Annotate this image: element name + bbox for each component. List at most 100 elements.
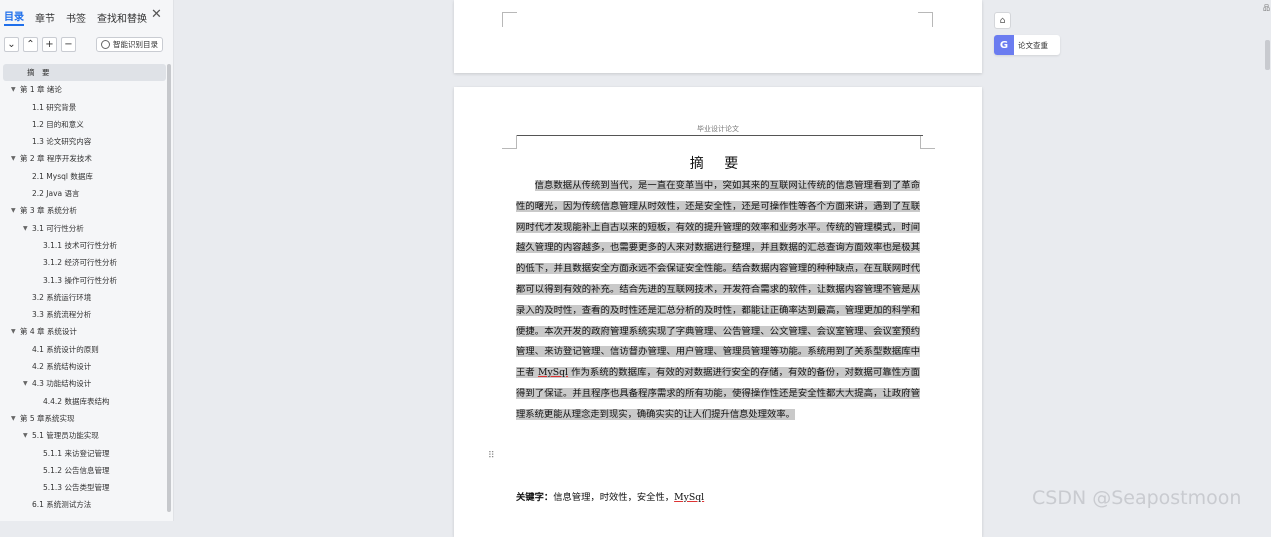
toc-item-label: 4.4.2 数据库表结构 [43,396,110,406]
abstract-text-2: 作为系统的数据库，有效的对数据进行安全的存储，有效的备份，对数据可靠性方面得到了… [516,367,920,420]
chevron-down-icon[interactable]: ⌄ [4,37,19,52]
close-icon[interactable]: ✕ [151,7,162,22]
tab-bookmarks[interactable]: 书签 [66,10,86,25]
tab-toc[interactable]: 目录 [4,8,24,26]
toc-list: 摘 要 ▼ 第 1 章 绪论 1.1 研究背景 1.2 目的和意义 1.3 论文研究内容 ▼… [3,64,166,514]
toc-item[interactable]: ▼ 第 1 章 绪论 [3,81,166,98]
panel-toggle-icon[interactable]: 品 [1263,3,1270,13]
toc-item-label: 4.1 系统设计的原则 [32,344,99,354]
toc-item-label: 3.2 系统运行环境 [32,292,92,302]
toc-item-label: 5.1.1 来访登记管理 [43,448,110,458]
toc-item[interactable]: 5.1.1 来访登记管理 [3,445,166,462]
toc-item-label: 1.3 论文研究内容 [32,137,92,147]
home-icon[interactable]: ⌂ [994,12,1011,29]
abstract-body[interactable]: 信息数据从传统到当代，是一直在变革当中，突如其来的互联网让传统的信息管理看到了革… [516,176,920,426]
toc-item-label: 2.1 Mysql 数据库 [32,171,93,181]
navigation-pane: 目录 章节 书签 查找和替换 ✕ ⌄ ⌃ + − 智能识别目录 摘 要 ▼ 第 1 … [0,0,174,521]
abstract-title: 摘 要 [689,156,747,172]
toc-item-label: 3.3 系统流程分析 [32,310,92,320]
plagiarism-check-label: 论文查重 [1018,40,1048,50]
toc-item[interactable]: 5.1.2 公告信息管理 [3,462,166,479]
expand-arrow-icon[interactable]: ▼ [11,202,16,219]
nav-tabs: 目录 章节 书签 查找和替换 [4,8,158,26]
toc-item[interactable]: ▼ 第 2 章 程序开发技术 [3,150,166,167]
smart-icon [101,40,110,49]
toc-item[interactable]: 3.3 系统流程分析 [3,306,166,323]
toc-item[interactable]: 摘 要 [3,64,166,82]
toc-item[interactable]: 1.2 目的和意义 [3,116,166,133]
chevron-up-icon[interactable]: ⌃ [23,37,38,52]
toc-item[interactable]: 2.2 Java 语言 [3,185,166,202]
toc-item[interactable]: 4.4.2 数据库表结构 [3,393,166,410]
smart-detect-label: 智能识别目录 [113,40,158,49]
expand-arrow-icon[interactable]: ▼ [23,375,28,392]
toc-item[interactable]: 5.1.3 公告类型管理 [3,479,166,496]
keywords-mysql: MySql [674,492,705,503]
toc-item[interactable]: 3.1.3 操作可行性分析 [3,272,166,289]
toc-item[interactable]: ▼ 第 3 章 系统分析 [3,202,166,219]
toc-item-label: 2.2 Java 语言 [32,189,80,199]
document-page: 毕业设计论文 摘 要 信息数据从传统到当代，是一直在变革当中，突如其来的互联网让… [454,87,982,537]
page-corner-mark [502,12,517,27]
watermark: CSDN @Seapostmoon [1032,487,1242,509]
expand-arrow-icon[interactable]: ▼ [11,81,16,98]
toc-item[interactable]: ▼ 4.3 功能结构设计 [3,375,166,392]
toc-item-label: 4.2 系统结构设计 [32,362,92,372]
toc-toolbar: ⌄ ⌃ + − [4,37,80,52]
expand-arrow-icon[interactable]: ▼ [11,150,16,167]
toc-item[interactable]: 4.1 系统设计的原则 [3,341,166,358]
document-scrollbar[interactable] [1265,40,1270,70]
toc-item[interactable]: 1.1 研究背景 [3,99,166,116]
toc-item-label: 第 4 章 系统设计 [20,327,77,337]
plagiarism-check-icon: G [994,35,1014,55]
toc-item[interactable]: ▼ 5.1 管理员功能实现 [3,427,166,444]
toc-item-label: 3.1.2 经济可行性分析 [43,258,117,268]
toc-item[interactable]: 3.1.2 经济可行性分析 [3,254,166,271]
expand-arrow-icon[interactable]: ▼ [11,323,16,340]
smart-detect-toc-button[interactable]: 智能识别目录 [96,37,163,52]
toc-item-label: 3.1.3 操作可行性分析 [43,275,117,285]
keywords-label: 关键字： [516,492,554,503]
toc-item-label: 第 5 章系统实现 [20,413,75,423]
toc-item[interactable]: ▼ 第 5 章系统实现 [3,410,166,427]
header-divider [517,135,923,136]
toc-item-label: 3.1 可行性分析 [32,223,84,233]
keywords-text: 信息管理，时效性，安全性， [553,492,675,503]
toc-scrollbar[interactable] [167,64,171,512]
page-header: 毕业设计论文 [697,125,739,133]
toc-item-label: 5.1 管理员功能实现 [32,431,99,441]
drag-handle-icon[interactable]: ⠿ [488,451,495,461]
expand-arrow-icon[interactable]: ▼ [23,220,28,237]
toc-item-label: 5.1.2 公告信息管理 [43,465,110,475]
abstract-text-mysql: MySql [537,367,569,379]
minus-icon[interactable]: − [61,37,76,52]
plagiarism-check-button[interactable]: G 论文查重 [994,35,1060,55]
toc-item[interactable]: 4.2 系统结构设计 [3,358,166,375]
plus-icon[interactable]: + [42,37,57,52]
document-page-previous [454,0,982,73]
toc-item-label: 摘 要 [27,68,50,77]
toc-item-label: 5.1.3 公告类型管理 [43,483,110,493]
toc-item[interactable]: 2.1 Mysql 数据库 [3,168,166,185]
abstract-text-1: 信息数据从传统到当代，是一直在变革当中，突如其来的互联网让传统的信息管理看到了革… [516,180,920,379]
toc-item[interactable]: 3.1.1 技术可行性分析 [3,237,166,254]
toc-item[interactable]: 1.3 论文研究内容 [3,133,166,150]
toc-item[interactable]: ▼ 3.1 可行性分析 [3,220,166,237]
toc-item-label: 3.1.1 技术可行性分析 [43,240,117,250]
tab-chapters[interactable]: 章节 [35,10,55,25]
toc-item-label: 1.1 研究背景 [32,102,77,112]
expand-arrow-icon[interactable]: ▼ [23,427,28,444]
toc-item[interactable]: 3.2 系统运行环境 [3,289,166,306]
keywords-line[interactable]: 关键字：信息管理，时效性，安全性，MySql [516,489,704,503]
page-corner-mark [918,12,933,27]
expand-arrow-icon[interactable]: ▼ [11,410,16,427]
toc-item[interactable]: 6.1 系统测试方法 [3,496,166,513]
page-corner-mark [920,135,935,149]
toc-item-label: 第 2 章 程序开发技术 [20,154,92,164]
tab-find-replace[interactable]: 查找和替换 [97,10,147,25]
toc-item-label: 1.2 目的和意义 [32,119,84,129]
toc-item-label: 4.3 功能结构设计 [32,379,92,389]
toc-item-label: 第 3 章 系统分析 [20,206,77,216]
toc-item[interactable]: ▼ 第 4 章 系统设计 [3,323,166,340]
toc-item-label: 6.1 系统测试方法 [32,500,92,510]
